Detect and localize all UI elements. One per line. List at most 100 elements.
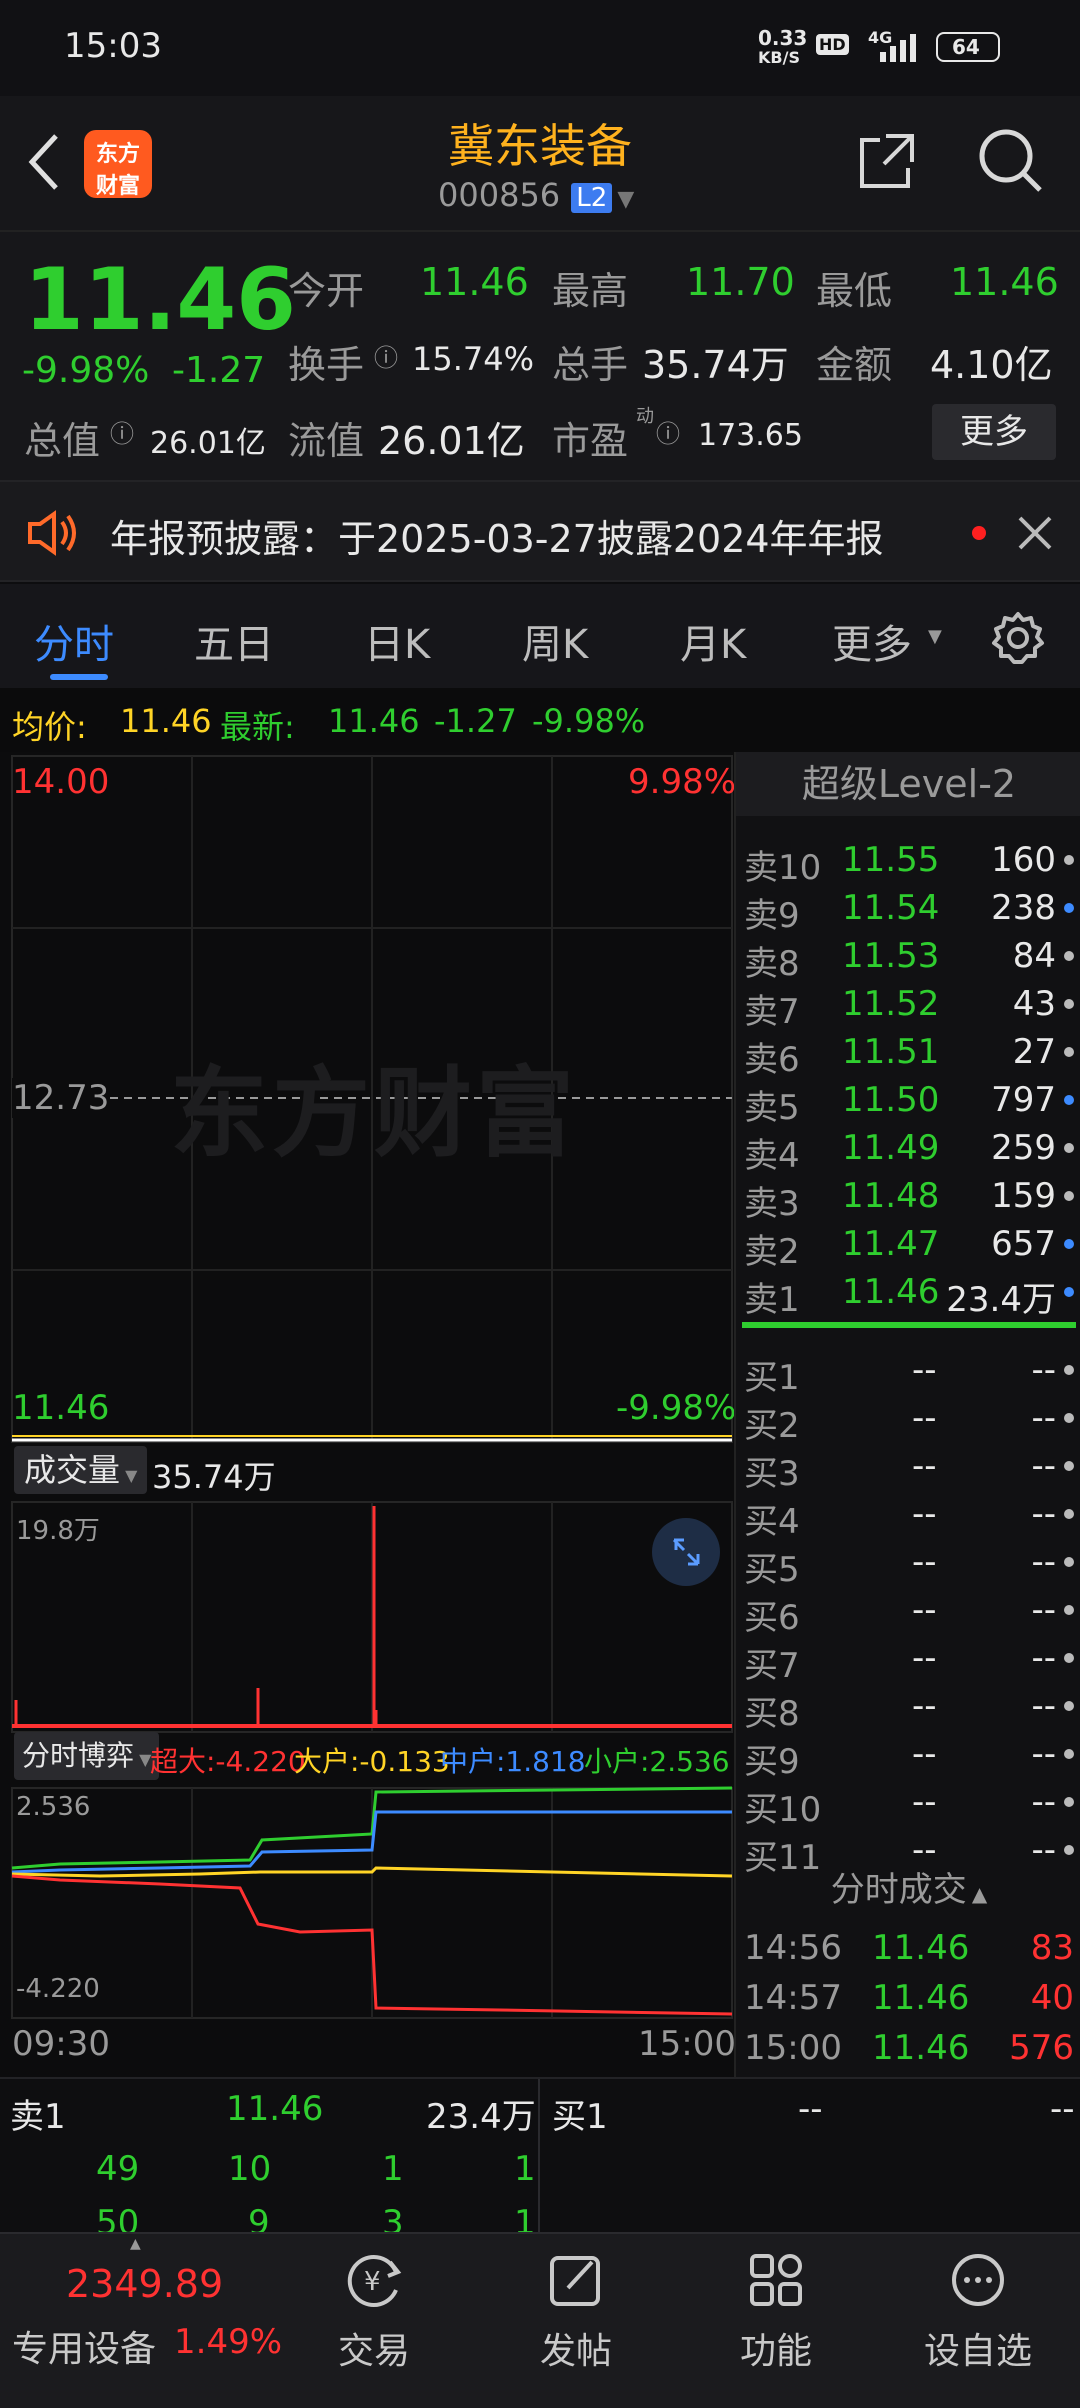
notice-bar[interactable]: 年报预披露：于2025-03-27披露2024年年报	[0, 480, 1080, 582]
level-price: 11.54	[842, 888, 940, 928]
order-flag-dot	[1064, 999, 1074, 1009]
level-label: 卖10	[744, 848, 822, 888]
bid-row: 买5 -- --	[736, 1538, 1080, 1590]
tab-more[interactable]: 更多	[832, 612, 912, 670]
level-volume: --	[1031, 1782, 1056, 1822]
pct-axis-top: 9.98%	[628, 762, 737, 802]
level-volume: 657	[991, 1224, 1056, 1264]
level-label: 卖8	[744, 944, 800, 984]
settings-gear-icon[interactable]	[990, 610, 1046, 666]
nav-add-watchlist-label: 设自选	[923, 2331, 1032, 2372]
stock-code-row[interactable]: 000856 L2 ▼	[438, 176, 634, 214]
strip-cell: 1	[514, 2149, 536, 2189]
level-volume: 43	[1012, 984, 1056, 1024]
level-volume: --	[1031, 1638, 1056, 1678]
ask-row: 卖5 11.50 797	[736, 1076, 1080, 1128]
level-volume: --	[1031, 1350, 1056, 1390]
info-icon[interactable]: ⓘ	[374, 338, 398, 373]
level-label: 买10	[744, 1790, 822, 1830]
amount-value: 4.10亿	[930, 343, 1053, 387]
level-volume: --	[1031, 1542, 1056, 1582]
order-book-panel[interactable]: 超级Level-2 卖10 11.55 160 卖9 11.54 238 卖8 11.53 84…	[734, 752, 1080, 2077]
level-volume: 259	[991, 1128, 1056, 1168]
order-flag-dot	[1064, 1461, 1074, 1471]
level-price: --	[912, 1398, 937, 1438]
pe-value: 173.65	[698, 418, 803, 453]
tab-five-day[interactable]: 五日	[194, 612, 274, 670]
volume-axis-max: 19.8万	[16, 1516, 100, 1546]
ask-row: 卖7 11.52 43	[736, 980, 1080, 1032]
dropdown-icon: ▼	[125, 1466, 138, 1485]
level-price: 11.46	[872, 2028, 970, 2068]
nav-trade[interactable]: ¥ 交易	[304, 2250, 444, 2374]
flow-indicator-selector[interactable]: 分时博弈 ▼	[14, 1732, 160, 1780]
strip-ask-price: 11.46	[226, 2089, 324, 2129]
flow-indicator-label: 分时博弈	[22, 1739, 135, 1772]
order-flag-dot	[1064, 1845, 1074, 1855]
level-label: 买7	[744, 1646, 800, 1686]
order-flag-dot	[1064, 1557, 1074, 1567]
status-time: 15:03	[64, 26, 162, 66]
tab-daily-k[interactable]: 日K	[364, 612, 430, 670]
nav-post[interactable]: 发帖	[506, 2250, 646, 2374]
info-icon[interactable]: ⓘ	[110, 414, 134, 449]
ask-row: 卖9 11.54 238	[736, 884, 1080, 936]
level-label: 卖9	[744, 896, 800, 936]
order-flag-dot	[1064, 951, 1074, 961]
level-label: 卖7	[744, 992, 800, 1032]
pe-superscript: 动	[636, 406, 654, 427]
order-flag-dot	[1064, 1191, 1074, 1201]
close-icon[interactable]	[1016, 514, 1054, 552]
expand-button[interactable]	[652, 1518, 720, 1586]
strip-ask-volume: 23.4万	[426, 2097, 536, 2137]
level-price: --	[912, 1446, 937, 1486]
level-price: 11.53	[842, 936, 940, 976]
trades-header[interactable]: 分时成交 ▲	[736, 1862, 1080, 1911]
sector-index[interactable]: ▲ 2349.89 专用设备 1.49%	[0, 2234, 282, 2408]
info-icon[interactable]: ⓘ	[656, 414, 680, 449]
order-flag-dot	[1064, 1605, 1074, 1615]
flow-large: 大户:-0.133	[294, 1745, 450, 1778]
share-icon[interactable]	[856, 130, 918, 192]
svg-text:¥: ¥	[364, 2267, 381, 2297]
volume-indicator-label: 成交量	[24, 1451, 121, 1489]
flow-axis-max: 2.536	[16, 1792, 91, 1822]
tab-weekly-k[interactable]: 周K	[522, 612, 588, 670]
nav-add-watchlist[interactable]: 设自选	[908, 2250, 1048, 2374]
price-axis-top: 14.00	[12, 762, 110, 802]
sector-index-value: 2349.89	[66, 2262, 224, 2306]
trades-title: 分时成交	[830, 1870, 967, 1910]
ask-row: 卖3 11.48 159	[736, 1172, 1080, 1224]
status-bar: 15:03 0.33 KB/S HD 4G 64	[0, 0, 1080, 96]
strip-cell: 49	[96, 2149, 140, 2189]
search-icon[interactable]	[976, 126, 1046, 196]
dropdown-icon: ▼	[928, 626, 942, 647]
trade-icon: ¥	[347, 2255, 402, 2307]
order-flag-dot	[1064, 1509, 1074, 1519]
ask-row: 卖6 11.51 27	[736, 1028, 1080, 1080]
nav-functions[interactable]: 功能	[706, 2250, 846, 2374]
hd-badge: HD	[816, 34, 849, 55]
tab-monthly-k[interactable]: 月K	[680, 612, 746, 670]
level-volume: 27	[1012, 1032, 1056, 1072]
tab-intraday[interactable]: 分时	[34, 612, 114, 670]
level-label: 买4	[744, 1502, 800, 1542]
edit-post-icon	[550, 2256, 600, 2306]
order-flag-dot	[1064, 855, 1074, 865]
volume-label: 总手	[552, 343, 629, 387]
trade-time: 14:57	[744, 1978, 842, 2018]
bottom-quote-strip: 卖1 11.46 23.4万 买1 -- -- 49 10 1 1 50 9 3…	[0, 2077, 1080, 2243]
volume-indicator-selector[interactable]: 成交量 ▼	[14, 1446, 148, 1494]
battery-icon: 64	[936, 32, 1000, 62]
bottom-nav: ▲ 2349.89 专用设备 1.49% ¥ 交易 发帖 功能 设自选	[0, 2232, 1080, 2408]
more-button[interactable]: 更多	[932, 404, 1056, 460]
float-label: 流值	[288, 419, 365, 463]
float-value: 26.01亿	[378, 419, 525, 463]
level-price: --	[912, 1542, 937, 1582]
level-volume: 83	[1030, 1928, 1074, 1968]
open-value: 11.46	[420, 260, 529, 304]
sector-change-pct: 1.49%	[174, 2322, 283, 2362]
order-flag-dot	[1064, 1749, 1074, 1759]
order-flag-dot	[1064, 1287, 1074, 1297]
unread-dot	[972, 526, 986, 540]
